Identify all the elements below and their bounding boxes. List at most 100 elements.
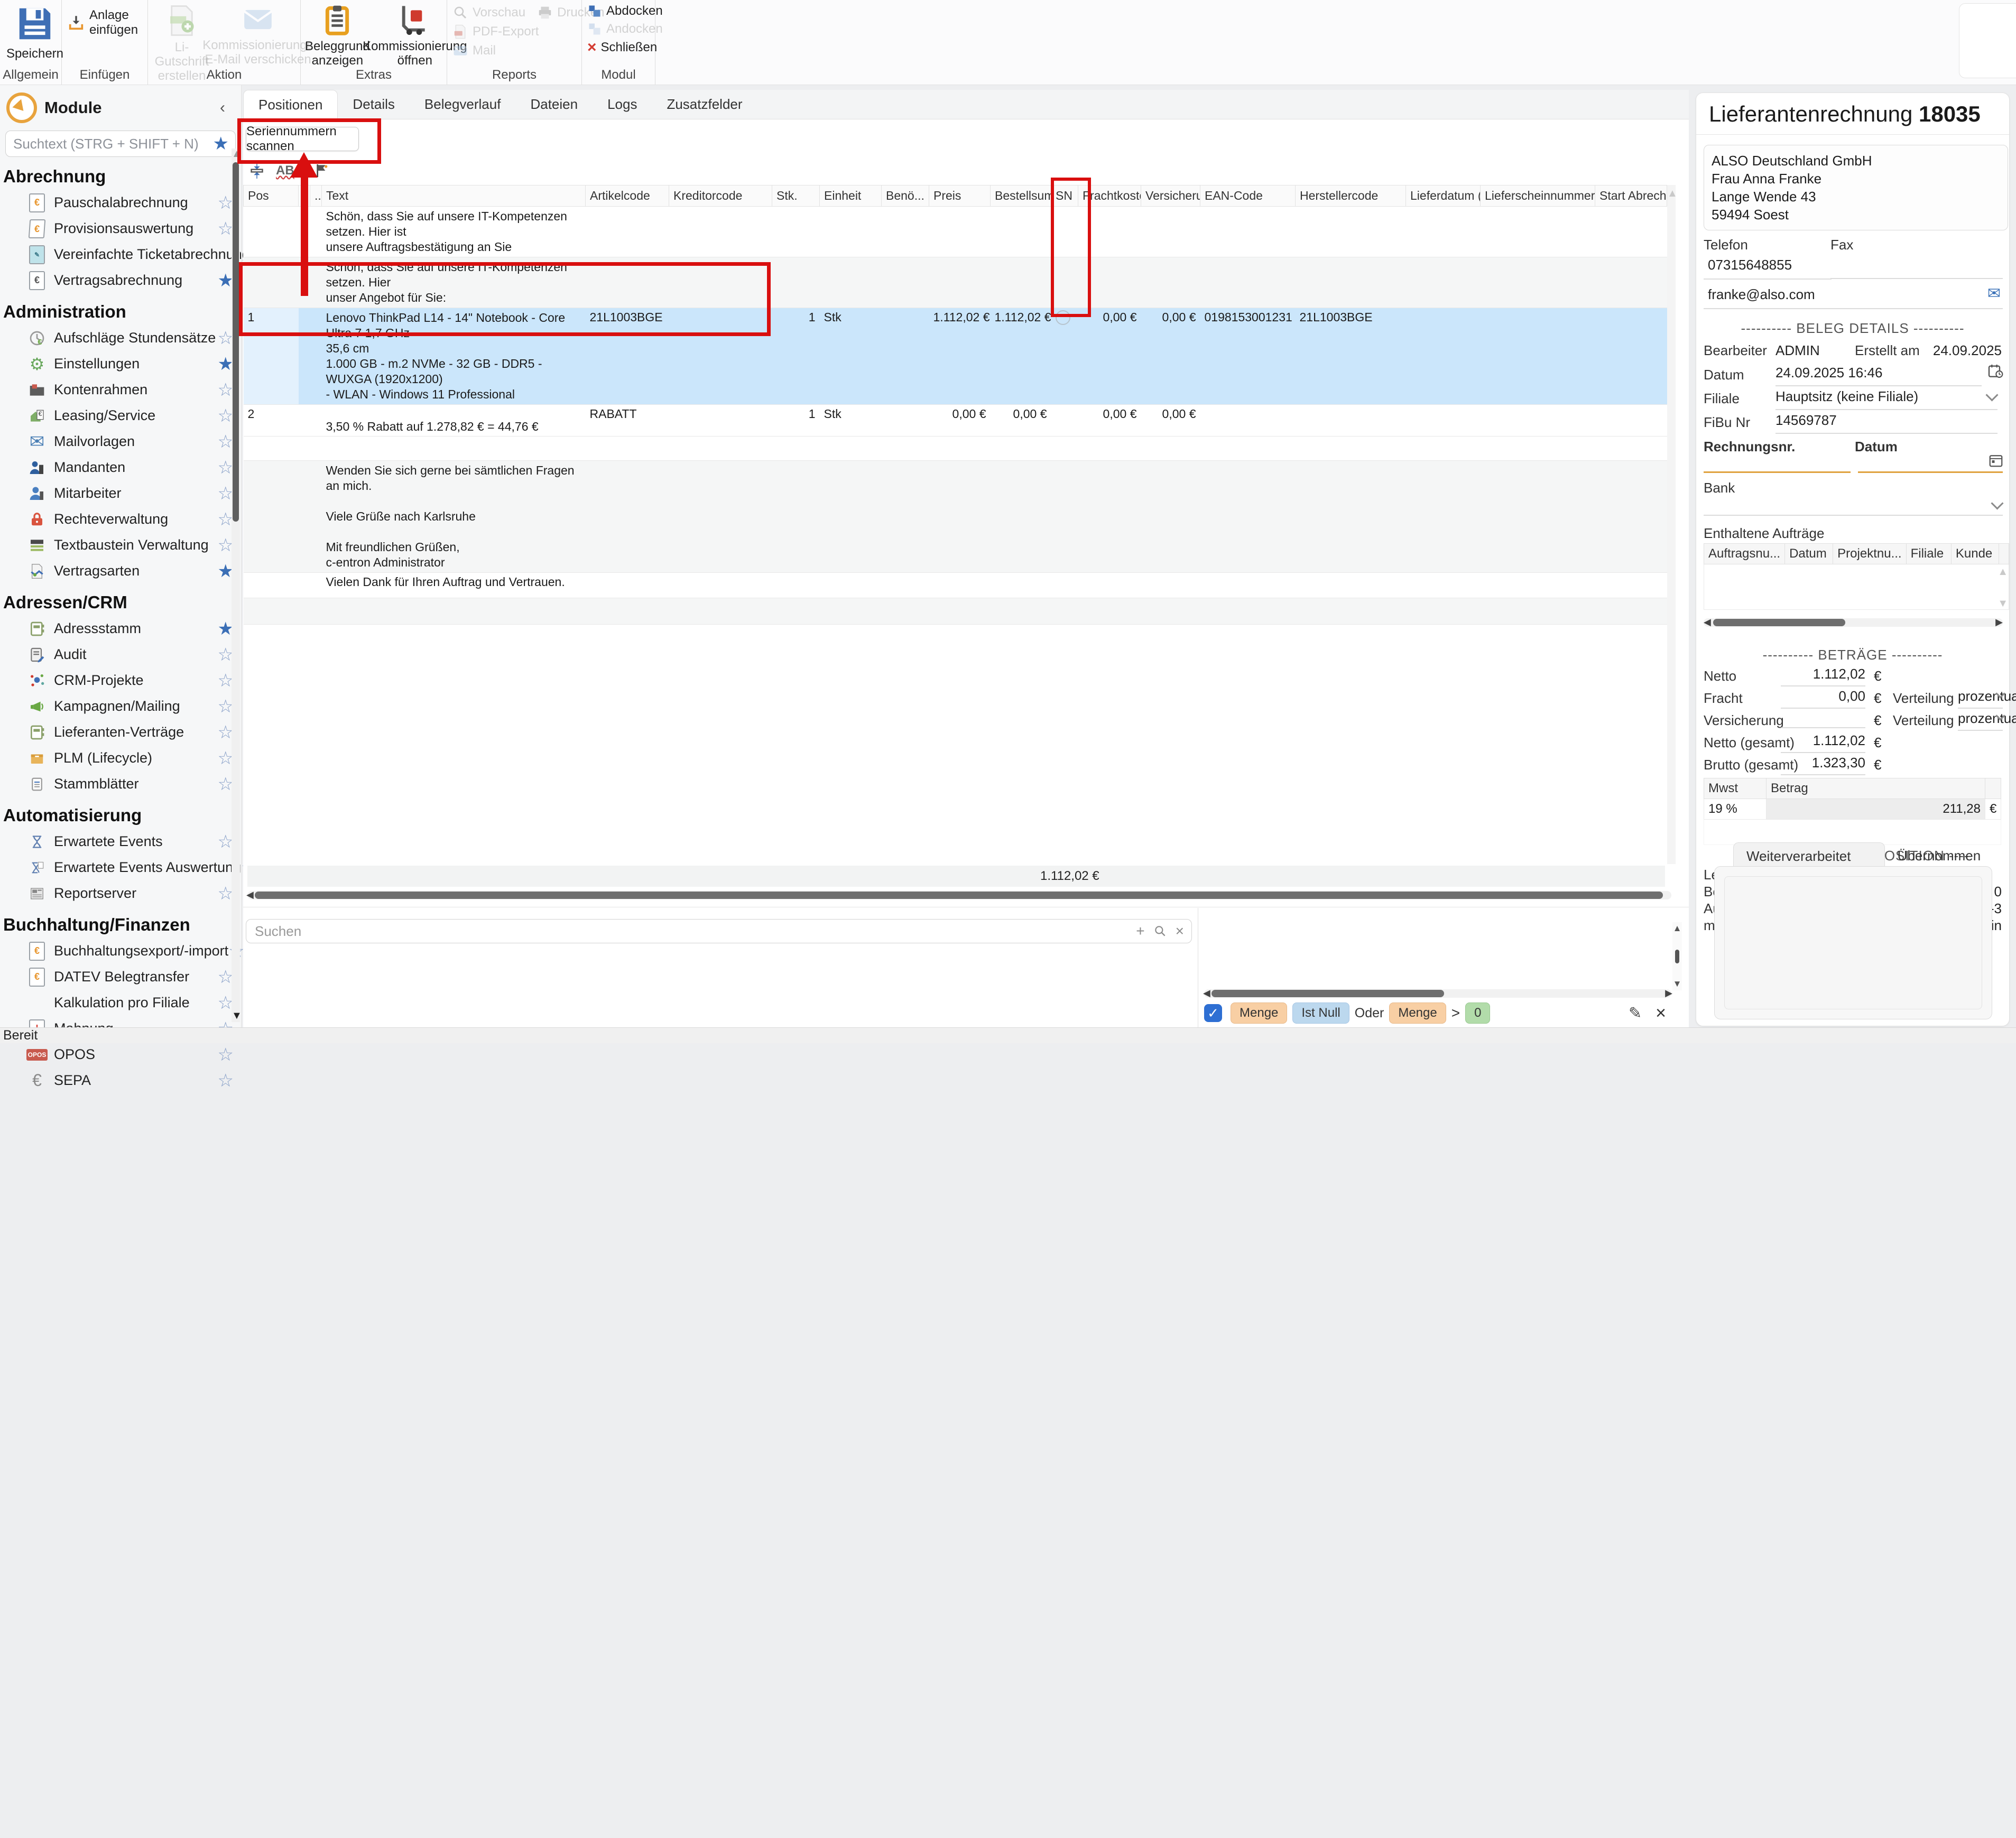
scroll-up-icon[interactable]: ▲ [1667,188,1678,199]
sidebar-item-erwartete-events[interactable]: Erwartete Events ☆ [0,829,241,855]
position-row-1-selected[interactable]: 1 Lenovo ThinkPad L14 - 14" Notebook - C… [244,308,1667,405]
sidebar-item-kalkulation-pro-filiale[interactable]: Kalkulation pro Filiale ☆ [0,990,241,1016]
sidebar-item-reportserver[interactable]: Reportserver ☆ [0,880,241,906]
sidebar-item-vereinfachte-ticketabrechnung[interactable]: ✎ Vereinfachte Ticketabrechnung ☆ [0,242,241,267]
col-preis[interactable]: Preis [929,185,991,207]
position-search-input[interactable] [254,923,1127,940]
fax-value[interactable] [1830,255,2003,279]
sidebar-item-aufschlaege-stundensaetze[interactable]: € Aufschläge Stundensätze ☆ [0,325,241,351]
sidebar-item-textbaustein-verwaltung[interactable]: Textbaustein Verwaltung ☆ [0,532,241,558]
sidebar-item-lieferanten-vertraege[interactable]: Lieferanten-Verträge ☆ [0,719,241,745]
abdocken-button[interactable]: Abdocken [582,2,655,20]
col-text[interactable]: Text [322,185,586,207]
scroll-left-icon[interactable]: ◀ [1704,617,1711,628]
empty-row[interactable] [244,437,1667,461]
sidebar-item-mitarbeiter[interactable]: Mitarbeiter ☆ [0,480,241,506]
col-artikelcode[interactable]: Artikelcode [586,185,669,207]
col-projektnummer[interactable]: Projektnu... [1833,544,1906,564]
scroll-right-icon[interactable]: ▶ [1995,617,2003,628]
netto-value[interactable]: 1.112,02 [1781,666,1865,686]
auftraege-horizontal-scrollbar[interactable]: ◀ ▶ [1704,618,2003,627]
col-benoetigt[interactable]: Benö... [882,185,929,207]
filter-oder-label[interactable]: Oder [1355,1006,1384,1021]
sidebar-item-kampagnen-mailing[interactable]: Kampagnen/Mailing ☆ [0,693,241,719]
scroll-down-icon[interactable]: ▼ [232,1010,242,1022]
add-filter-icon[interactable]: + [1136,923,1144,940]
rechnungsnr-input[interactable] [1704,457,1851,473]
sn-status-icon[interactable] [1056,310,1070,325]
kommissionierung-oeffnen-button[interactable]: Kommissionierung öffnen [374,0,456,68]
telefon-value[interactable]: 07315648855 [1704,255,1832,280]
scroll-down-icon[interactable]: ▼ [1673,979,1682,989]
positions-vertical-scrollbar[interactable]: ▲ [1667,185,1676,864]
sidebar-item-leasing-service[interactable]: € Leasing/Service ☆ [0,403,241,429]
scroll-up-icon[interactable]: ▲ [1673,923,1682,934]
fibu-nr-value[interactable]: 14569787 [1775,412,1997,434]
favorites-filter-star-icon[interactable]: ★ [213,135,229,153]
sidebar-scrollbar[interactable]: ▲ ▼ [232,148,240,1022]
sidebar-item-opos[interactable]: OPOS OPOS ☆ [0,1042,241,1067]
sidebar-item-audit[interactable]: Audit ☆ [0,642,241,667]
sidebar-item-rechteverwaltung[interactable]: Rechteverwaltung ☆ [0,506,241,532]
text-row-intro1[interactable]: Schön, dass Sie auf unsere IT-Kompetenze… [244,207,1667,257]
empty-row[interactable] [244,598,1667,625]
calendar-clock-icon[interactable] [1987,363,2004,379]
edit-filter-icon[interactable]: ✎ [1629,1004,1642,1023]
sidebar-item-mailvorlagen[interactable]: ✉ Mailvorlagen ☆ [0,429,241,454]
tab-positionen[interactable]: Positionen [243,90,338,119]
scan-serial-numbers-button[interactable]: Seriennummern scannen [246,127,359,151]
scroll-right-icon[interactable]: ▶ [1665,988,1672,999]
distributor-vertical-scrollbar[interactable]: ▲ ▼ [1672,922,1682,990]
send-email-icon[interactable]: ✉ [1987,284,2001,303]
tab-dateien[interactable]: Dateien [515,90,593,119]
filter-chip-menge[interactable]: Menge [1231,1002,1287,1024]
scroll-left-icon[interactable]: ◀ [246,889,254,901]
fracht-verteilung-select[interactable]: prozentual / [1958,688,2003,709]
versicherung-value[interactable] [1781,710,1865,728]
sidebar-item-kontenrahmen[interactable]: Kontenrahmen ☆ [0,377,241,403]
col-auftragsnummer[interactable]: Auftragsnu... [1704,544,1785,564]
close-filter-icon[interactable]: × [1656,1003,1666,1024]
tab-logs[interactable]: Logs [593,90,652,119]
col-lieferdatum[interactable]: Lieferdatum (ist) [1406,185,1481,207]
filter-flag-icon[interactable] [314,162,331,179]
tab-details[interactable]: Details [338,90,409,119]
sidebar-item-pauschalabrechnung[interactable]: € Pauschalabrechnung ☆ [0,190,241,216]
email-row[interactable]: franke@also.com ✉ [1704,284,2003,309]
sidebar-item-provisionsauswertung[interactable]: € Provisionsauswertung ☆ [0,216,241,242]
distributor-horizontal-scrollbar[interactable]: ◀ ▶ [1204,989,1671,998]
sidebar-item-stammblaetter[interactable]: Stammblätter ☆ [0,771,241,797]
email-value[interactable]: franke@also.com [1708,286,1815,302]
col-einheit[interactable]: Einheit [820,185,882,207]
text-row-intro2[interactable]: Schön, dass Sie auf unsere IT-Kompetenze… [244,257,1667,308]
fit-row-height-icon[interactable] [247,161,266,180]
favorite-star-icon[interactable]: ☆ [218,1072,234,1090]
sidebar-item-vertragsabrechnung[interactable]: € Vertragsabrechnung ★ [0,267,241,293]
sidebar-item-erwartete-events-auswertung[interactable]: Erwartete Events Auswertung ☆ [0,855,241,880]
sidebar-item-crm-projekte[interactable]: CRM-Projekte ☆ [0,667,241,693]
col-bestellsumme[interactable]: Bestellsum... [991,185,1051,207]
filter-chip-menge2[interactable]: Menge [1389,1002,1446,1024]
tab-zusatzfelder[interactable]: Zusatzfelder [652,90,757,119]
mwst-row[interactable]: 19 % 211,28 € [1704,799,2001,820]
col-ean-code[interactable]: EAN-Code [1200,185,1296,207]
col-stk[interactable]: Stk. [772,185,820,207]
search-icon[interactable] [1153,924,1167,938]
supplier-address-box[interactable]: ALSO Deutschland GmbH Frau Anna Franke L… [1704,145,2008,230]
col-datum[interactable]: Datum [1785,544,1833,564]
col-kreditorcode[interactable]: Kreditorcode [669,185,772,207]
col-lieferscheinnummer[interactable]: Lieferscheinnummer [1481,185,1595,207]
col-dots[interactable]: ... [310,185,322,207]
sidebar-item-datev-belegtransfer[interactable]: € DATEV Belegtransfer ☆ [0,964,241,990]
filter-chip-value[interactable]: 0 [1465,1002,1490,1024]
scroll-down-icon[interactable]: ▼ [1997,598,2008,609]
text-row-outro1[interactable]: Wenden Sie sich gerne bei sämtlichen Fra… [244,461,1667,573]
col-herstellercode[interactable]: Herstellercode [1296,185,1406,207]
filter-enabled-checkbox[interactable]: ✓ [1204,1004,1222,1022]
col-frachtkosten[interactable]: Frachtkosten [1078,185,1141,207]
favorite-star-icon[interactable]: ☆ [218,1046,234,1064]
versicherung-verteilung-select[interactable]: prozentual / [1958,710,2003,731]
sidebar-collapse-icon[interactable]: ‹ [220,99,235,117]
position-row-2[interactable]: 2 3,50 % Rabatt auf 1.278,82 € = 44,76 €… [244,405,1667,437]
schliessen-button[interactable]: × Schließen [582,38,655,57]
